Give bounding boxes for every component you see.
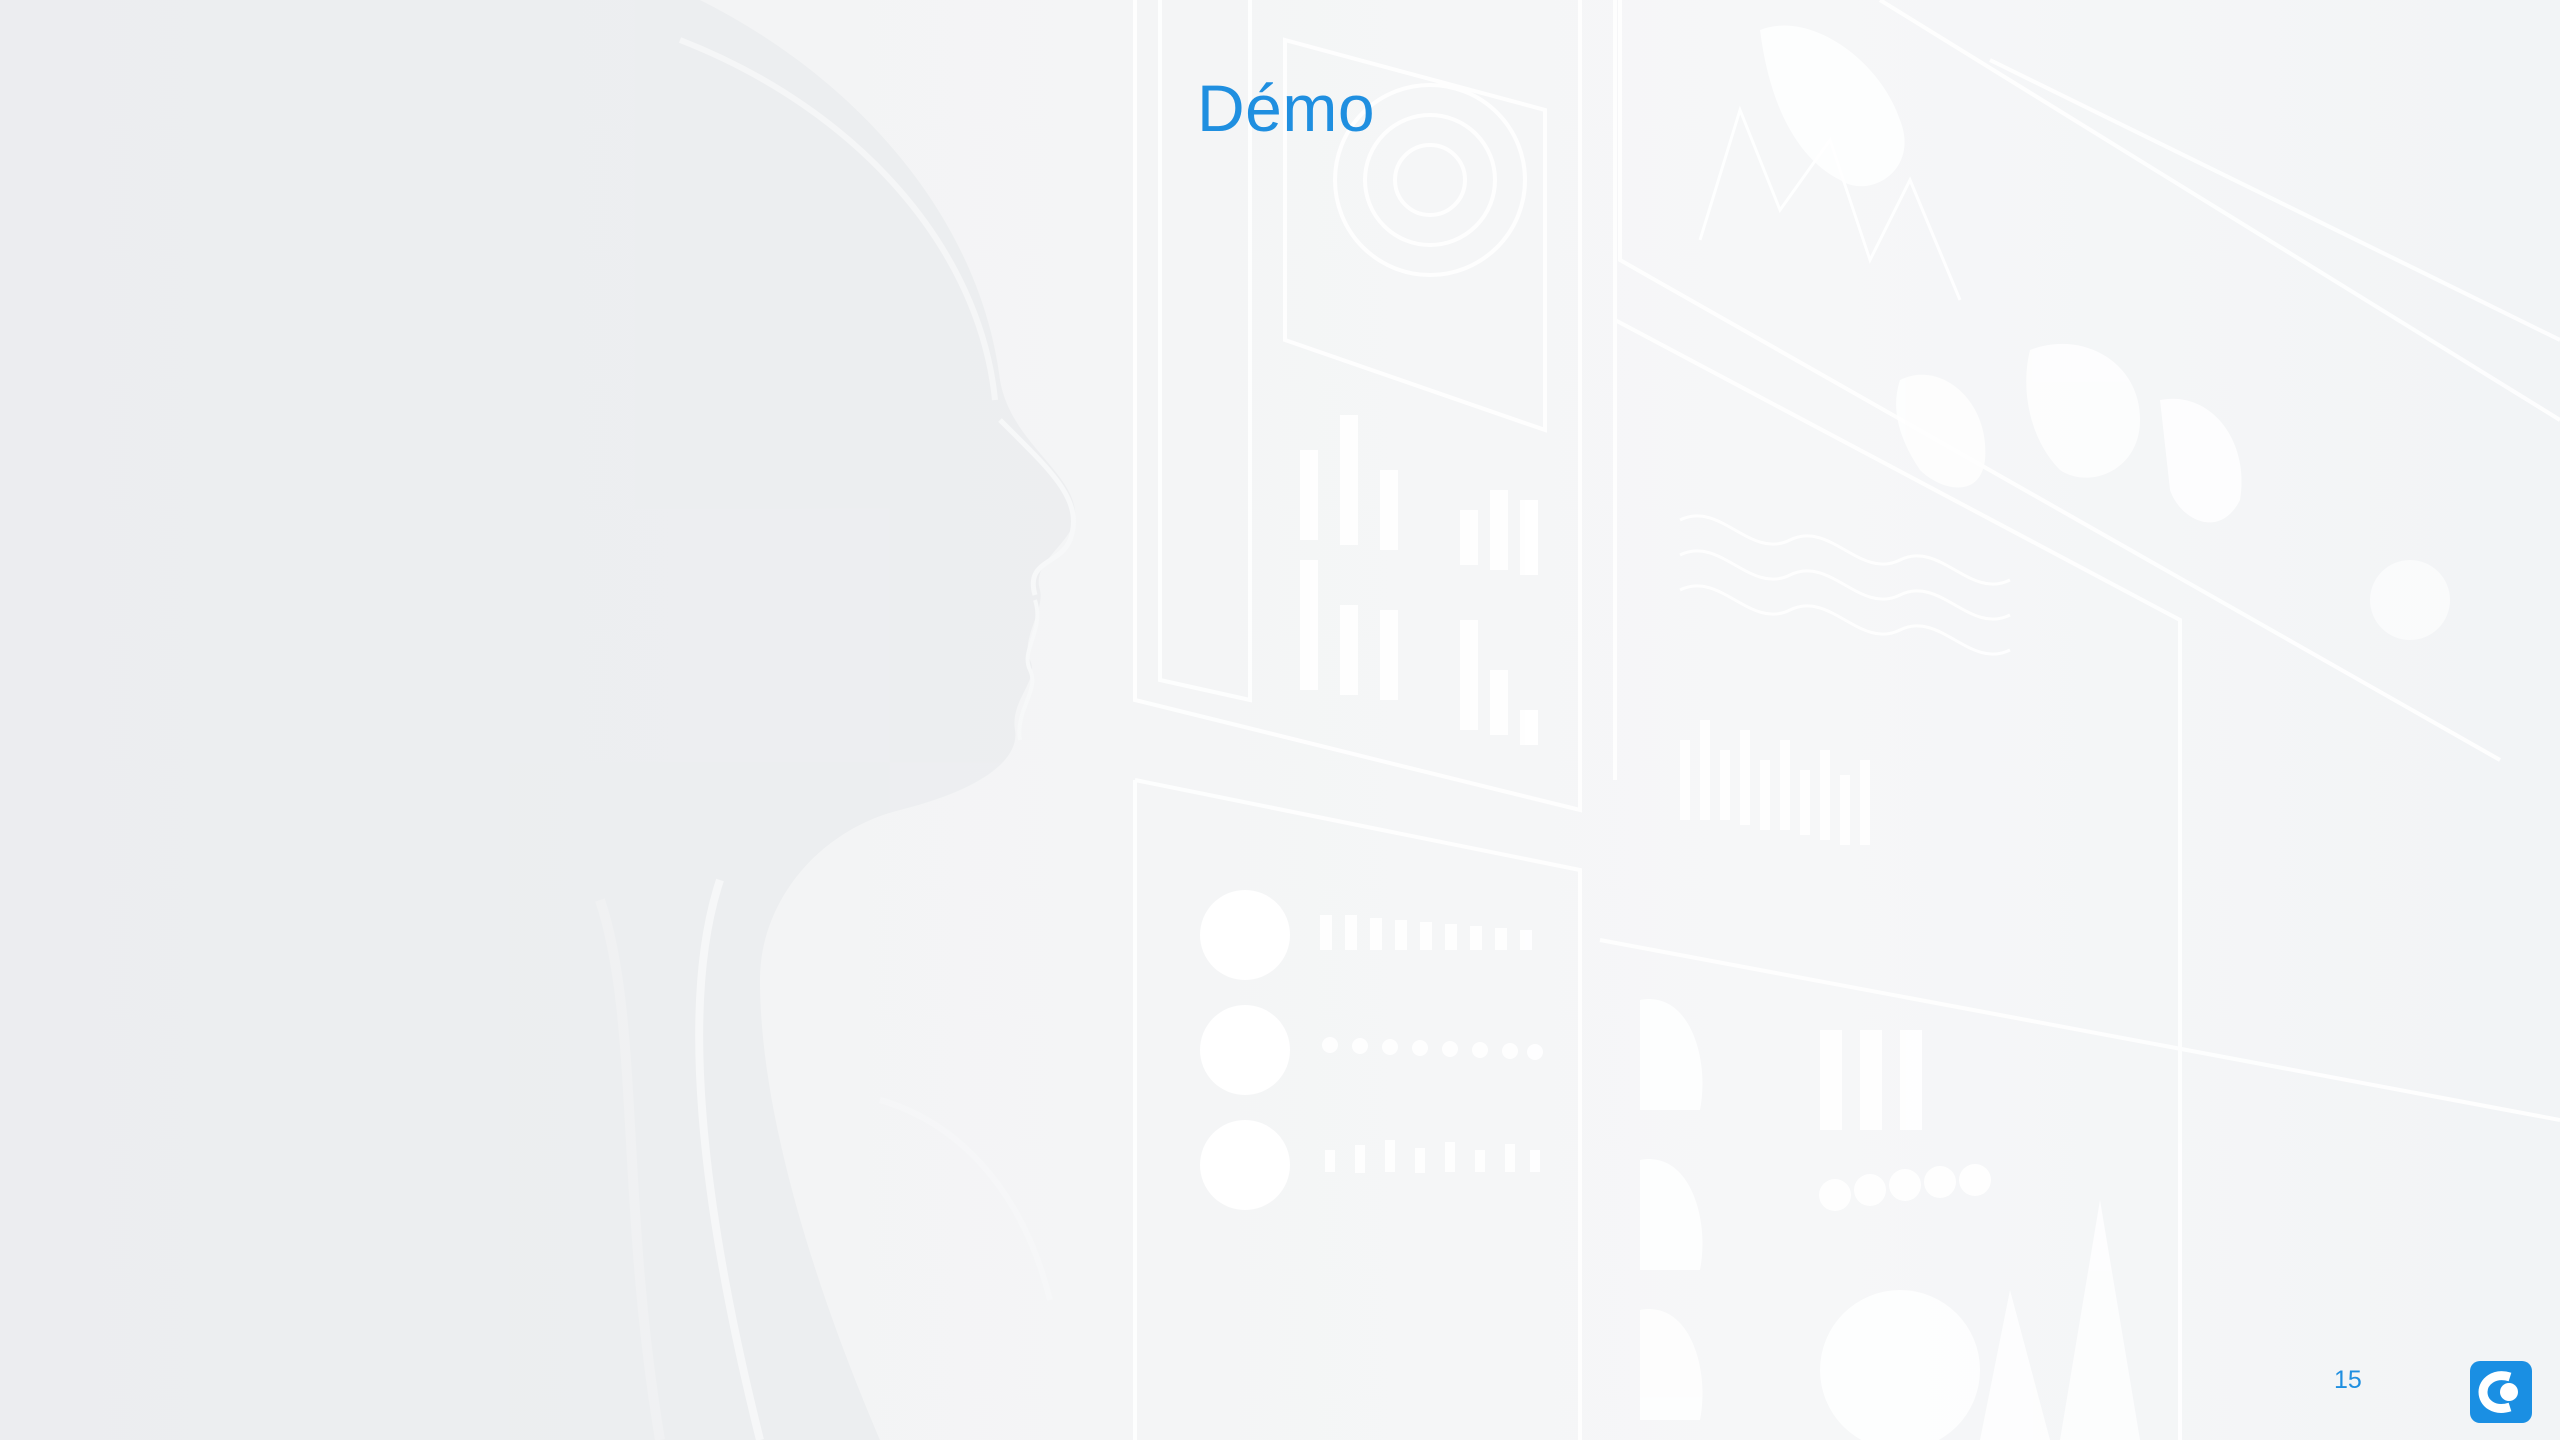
dashboard-world-map [1640,25,2242,1440]
brand-logo-icon [2470,1361,2532,1423]
background-image [0,0,2560,1440]
dashboard-panels [1133,0,2560,1440]
slide-title: Démo [1197,71,1376,145]
person-silhouette [0,0,1076,1440]
dashboard-bars [1300,415,1870,845]
slide: Démo 15 [0,0,2560,1440]
page-number: 15 [2334,1366,2362,1394]
